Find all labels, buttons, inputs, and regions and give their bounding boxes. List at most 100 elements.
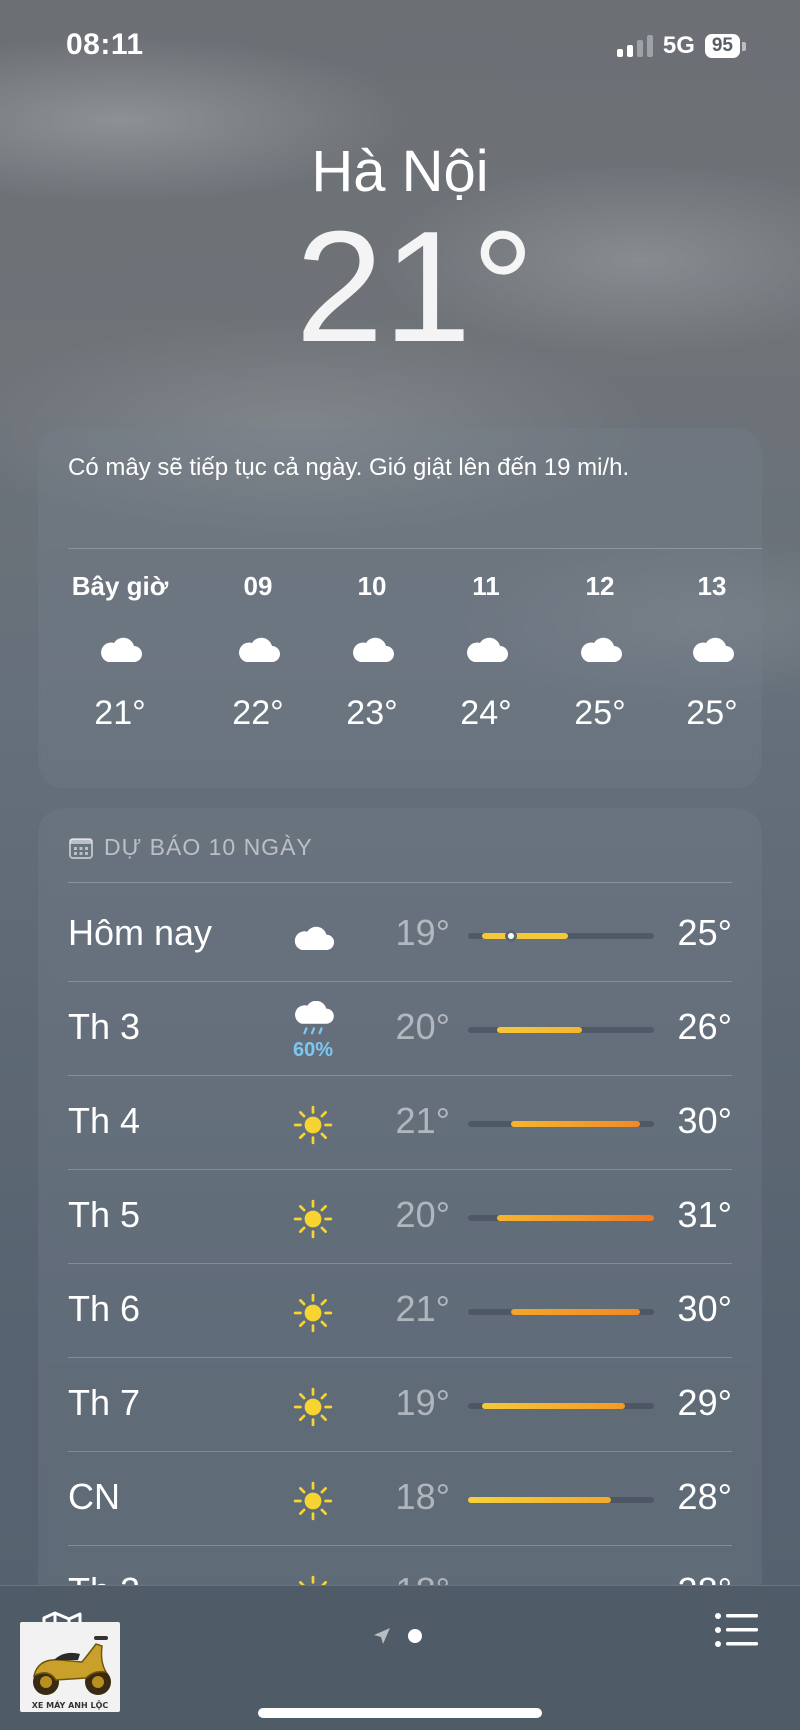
hour-item: Bây giờ 21° [60, 568, 180, 733]
sun-icon [278, 1372, 348, 1442]
city-list-button[interactable] [714, 1610, 760, 1650]
cloud-icon [198, 604, 318, 694]
cloud-icon [312, 604, 432, 694]
temp-range-bar [510, 1309, 640, 1315]
day-row[interactable]: Th 5 20° 31° [68, 1170, 732, 1264]
day-high-temp: 25° [677, 912, 732, 953]
day-high-temp: 30° [677, 1100, 732, 1141]
hour-temp: 24° [460, 694, 512, 732]
temp-range-track [468, 1497, 654, 1503]
divider [68, 882, 732, 883]
bottom-toolbar: XE MÁY ANH LỘC [0, 1585, 800, 1730]
day-row[interactable]: Th 7 19° 29° [68, 1358, 732, 1452]
divider [68, 548, 762, 549]
cloud-icon [60, 604, 180, 694]
home-indicator[interactable] [258, 1708, 542, 1718]
status-bar: 08:11 5G 95 [0, 0, 800, 90]
day-row[interactable]: Th 6 21° 30° [68, 1264, 732, 1358]
cloud-icon [278, 902, 348, 972]
temp-range-track [468, 930, 654, 942]
temp-range-track [468, 1121, 654, 1127]
temp-range-bar [482, 1403, 626, 1409]
temp-range-bar [496, 1027, 583, 1033]
watermark-logo: XE MÁY ANH LỘC [20, 1622, 120, 1712]
day-high-temp: 26° [677, 1006, 732, 1047]
hour-item: 13 25° [652, 568, 772, 733]
hour-temp: 25° [686, 694, 738, 732]
temp-range-bar [510, 1121, 640, 1127]
location-arrow-icon[interactable] [372, 1626, 392, 1646]
day-low-temp: 19° [395, 912, 450, 953]
hourly-list[interactable]: Bây giờ 21° 09 22° 10 23° 11 24° 12 25° 13 25° [38, 568, 762, 768]
rain-cloud-icon: 60% [278, 996, 348, 1066]
page-dot-active[interactable] [408, 1629, 422, 1643]
hour-temp: 21° [94, 694, 146, 732]
hour-label: 10 [357, 571, 387, 601]
status-indicators: 5G 95 [616, 32, 746, 60]
sun-icon [278, 1466, 348, 1536]
hour-label: 09 [243, 571, 273, 601]
hour-temp: 23° [346, 694, 398, 732]
precip-chance: 60% [292, 1038, 334, 1061]
hour-item: 12 25° [540, 568, 660, 733]
day-name: Hôm nay [68, 912, 213, 953]
temp-range-track [468, 1027, 654, 1033]
day-row[interactable]: CN 18° 28° [68, 1452, 732, 1546]
day-low-temp: 19° [395, 1382, 450, 1423]
page-indicator[interactable] [372, 1626, 422, 1646]
day-row[interactable]: Th 4 21° 30° [68, 1076, 732, 1170]
day-low-temp: 20° [395, 1006, 450, 1047]
day-name: Th 3 [68, 1006, 141, 1047]
temp-range-bar [496, 1215, 654, 1221]
day-high-temp: 28° [677, 1476, 732, 1517]
battery-level: 95 [704, 34, 740, 58]
day-row[interactable]: Hôm nay 19° 25° [68, 888, 732, 982]
hour-label: Bây giờ [71, 571, 169, 601]
ten-day-forecast-card[interactable]: DỰ BÁO 10 NGÀY Hôm nay 19° 25° Th 3 60% 20° 26… [38, 808, 762, 1608]
forecast-header-label: DỰ BÁO 10 NGÀY [104, 834, 313, 860]
battery-icon: 95 [704, 34, 746, 58]
temp-range-bar [468, 1497, 612, 1503]
sun-icon [278, 1184, 348, 1254]
day-high-temp: 30° [677, 1288, 732, 1329]
temp-range-track [468, 1403, 654, 1409]
watermark-text: XE MÁY ANH LỘC [31, 1701, 109, 1710]
hour-label: 11 [472, 571, 500, 601]
temp-range-bar [482, 933, 569, 939]
weather-summary: Có mây sẽ tiếp tục cả ngày. Gió giật lên… [68, 454, 630, 481]
hour-label: 13 [697, 571, 727, 601]
city-name: Hà Nội [311, 139, 489, 204]
day-name: Th 7 [68, 1382, 141, 1423]
current-temp-dot [504, 930, 517, 942]
day-high-temp: 29° [677, 1382, 732, 1423]
scooter-image [32, 1636, 111, 1695]
sun-icon [278, 1090, 348, 1160]
hour-item: 10 23° [312, 568, 432, 733]
hour-item: 11 24° [426, 568, 546, 733]
hour-temp: 25° [574, 694, 626, 732]
day-name: Th 6 [68, 1288, 141, 1329]
list-icon [715, 1613, 758, 1647]
status-time: 08:11 [66, 28, 144, 61]
cloud-icon [652, 604, 772, 694]
cloud-icon [426, 604, 546, 694]
day-name: Th 5 [68, 1194, 141, 1235]
hour-item: 09 22° [198, 568, 318, 733]
calendar-icon [69, 837, 93, 859]
hour-label: 12 [585, 571, 615, 601]
day-high-temp: 31° [677, 1194, 732, 1235]
day-row[interactable]: Th 3 60% 20° 26° [68, 982, 732, 1076]
day-low-temp: 20° [395, 1194, 450, 1235]
cloud-icon [540, 604, 660, 694]
hourly-forecast-card[interactable]: Có mây sẽ tiếp tục cả ngày. Gió giật lên… [38, 428, 762, 788]
sun-icon [278, 1278, 348, 1348]
temp-range-track [468, 1215, 654, 1221]
day-name: Th 4 [68, 1100, 141, 1141]
day-name: CN [68, 1476, 120, 1517]
temp-range-track [468, 1309, 654, 1315]
day-low-temp: 21° [395, 1100, 450, 1141]
day-low-temp: 18° [395, 1476, 450, 1517]
current-temperature: 21° [295, 199, 535, 375]
forecast-header: DỰ BÁO 10 NGÀY [68, 834, 313, 861]
hour-temp: 22° [232, 694, 284, 732]
